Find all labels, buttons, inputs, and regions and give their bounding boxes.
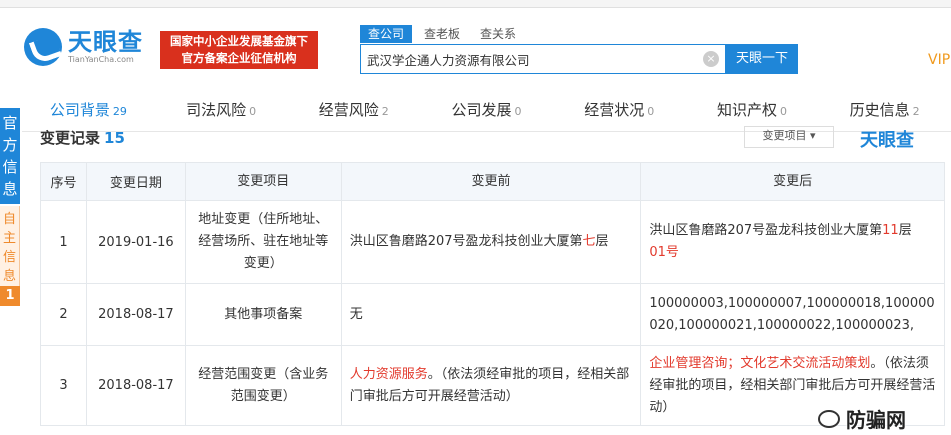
text-highlight: 企业管理咨询；文化艺术交流活动策划 <box>649 355 871 371</box>
search-box: × <box>360 44 726 74</box>
tab-label: 经营状况 <box>584 100 645 119</box>
table-header-row: 序号 变更日期 变更项目 变更前 变更后 <box>40 162 945 201</box>
cell-date: 2018-08-17 <box>85 283 186 346</box>
text-highlight: 01号 <box>649 245 679 260</box>
bookmarks-bar <box>0 0 951 8</box>
cell-before: 无 <box>340 283 642 346</box>
col-before: 变更前 <box>340 162 642 201</box>
col-date: 变更日期 <box>85 162 186 201</box>
cell-index: 1 <box>40 200 87 284</box>
tab-label: 司法风险 <box>186 100 247 119</box>
clear-icon[interactable]: × <box>703 51 719 67</box>
wechat-watermark: 防骗网 <box>818 404 906 433</box>
cell-date: 2019-01-16 <box>85 200 186 284</box>
cell-index: 2 <box>40 283 87 346</box>
logo-icon <box>24 28 62 66</box>
tab-history-info[interactable]: 历史信息 2 <box>818 88 951 132</box>
cell-before: 人力资源服务。（依法须经审批的项目，经相关部门审批后方可开展经营活动） <box>340 345 642 426</box>
tab-operation-risk[interactable]: 经营风险 2 <box>287 88 420 132</box>
cell-date: 2018-08-17 <box>85 345 186 426</box>
tab-label: 知识产权 <box>716 100 777 119</box>
table-row: 1 2019-01-16 地址变更（住所地址、经营场所、驻在地址等变更） 洪山区… <box>40 200 945 284</box>
tab-legal-risk[interactable]: 司法风险 0 <box>155 88 288 132</box>
gov-badge-line1: 国家中小企业发展基金旗下 <box>170 34 308 48</box>
watermark-text: 防骗网 <box>846 408 906 432</box>
chevron-down-icon: ▾ <box>809 129 816 142</box>
tab-label: 公司背景 <box>49 100 110 119</box>
text-plain: 层 <box>595 234 609 249</box>
search-tab-boss[interactable]: 查老板 <box>416 25 468 43</box>
section-title: 变更记录 15 <box>40 127 125 148</box>
col-item: 变更项目 <box>184 162 342 201</box>
filter-label: 变更项目 <box>762 129 807 142</box>
text-highlight: 人力资源服务 <box>349 366 428 382</box>
cell-after: 洪山区鲁磨路207号盈龙科技创业大厦第11层 01号 <box>640 200 945 284</box>
tab-label: 经营风险 <box>318 100 379 119</box>
logo-domain: TianYanCha.com <box>68 55 134 64</box>
tab-company-development[interactable]: 公司发展 0 <box>420 88 553 132</box>
tab-label: 公司发展 <box>451 100 512 119</box>
tab-count: 0 <box>647 104 655 118</box>
search-input[interactable] <box>361 45 701 73</box>
cell-index: 3 <box>40 345 87 426</box>
tab-count: 29 <box>112 104 127 118</box>
cell-before: 洪山区鲁磨路207号盈龙科技创业大厦第七层 <box>340 200 642 284</box>
tianyancha-watermark: 天眼查 <box>860 130 914 151</box>
tab-count: 0 <box>514 104 522 118</box>
search-tabs: 查公司 查老板 查关系 <box>360 25 528 43</box>
site-logo[interactable]: 天眼查 TianYanCha.com <box>24 28 143 66</box>
cell-item: 其他事项备案 <box>184 283 342 346</box>
table-row: 2 2018-08-17 其他事项备案 无 100000003,10000000… <box>40 283 945 346</box>
tab-count: 0 <box>249 104 257 118</box>
search-button[interactable]: 天眼一下 <box>726 44 798 74</box>
sidebar-self-count: 1 <box>0 286 20 306</box>
tab-operation-status[interactable]: 经营状况 0 <box>553 88 686 132</box>
cell-after: 100000003,100000007,100000018,100000020,… <box>640 283 945 346</box>
cell-item: 经营范围变更（含业务范围变更） <box>184 345 342 426</box>
tab-intellectual-property[interactable]: 知识产权 0 <box>686 88 819 132</box>
text-plain: 洪山区鲁磨路207号盈龙科技创业大厦第 <box>349 234 583 249</box>
search-tab-relation[interactable]: 查关系 <box>472 25 524 43</box>
tab-count: 0 <box>779 104 787 118</box>
col-index: 序号 <box>40 162 87 201</box>
left-sidebar: 官方信息 自主信息 1 <box>0 88 22 435</box>
cell-item: 地址变更（住所地址、经营场所、驻在地址等变更） <box>184 200 342 284</box>
change-item-filter[interactable]: 变更项目 ▾ <box>744 126 834 148</box>
gov-badge: 国家中小企业发展基金旗下 官方备案企业征信机构 <box>160 31 318 69</box>
tab-company-background[interactable]: 公司背景 29 <box>22 88 155 132</box>
sidebar-official-info[interactable]: 官方信息 <box>0 108 20 204</box>
text-plain: 层 <box>898 223 912 238</box>
vip-link[interactable]: VIP <box>928 52 950 68</box>
text-plain: 洪山区鲁磨路207号盈龙科技创业大厦第 <box>649 223 883 238</box>
col-after: 变更后 <box>640 162 945 201</box>
site-header: 天眼查 TianYanCha.com 国家中小企业发展基金旗下 官方备案企业征信… <box>0 8 951 80</box>
tab-label: 历史信息 <box>849 100 910 119</box>
logo-name: 天眼查 <box>68 28 143 56</box>
change-record-header: 变更记录 15 变更项目 ▾ 天眼查 <box>40 126 945 151</box>
section-count: 15 <box>104 129 125 147</box>
search-tab-company[interactable]: 查公司 <box>360 25 413 43</box>
wechat-icon <box>818 409 840 428</box>
section-title-text: 变更记录 <box>40 129 101 147</box>
text-highlight: 七 <box>582 234 596 249</box>
gov-badge-line2: 官方备案企业征信机构 <box>181 51 297 65</box>
text-highlight: 11 <box>882 223 899 238</box>
change-record-table: 序号 变更日期 变更项目 变更前 变更后 1 2019-01-16 地址变更（住… <box>40 162 945 426</box>
tab-count: 2 <box>912 104 920 118</box>
tab-count: 2 <box>381 104 389 118</box>
table-row: 3 2018-08-17 经营范围变更（含业务范围变更） 人力资源服务。（依法须… <box>40 345 945 426</box>
